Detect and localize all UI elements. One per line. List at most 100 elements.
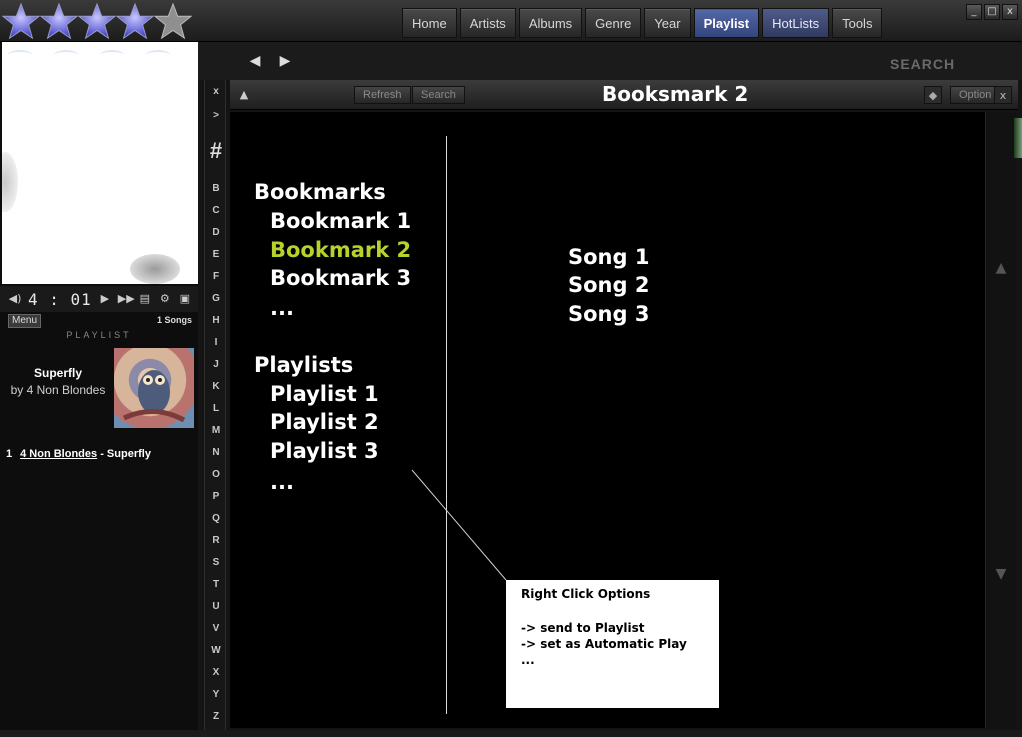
alphabet-letter[interactable]: Z xyxy=(205,711,227,722)
bookmark-item[interactable]: Bookmark 1 xyxy=(270,209,411,233)
alphabet-letter[interactable]: C xyxy=(205,205,227,216)
resize-grip[interactable] xyxy=(1014,118,1022,158)
alphabet-letter[interactable]: U xyxy=(205,601,227,612)
right-scrollbar[interactable]: ▲ ▼ xyxy=(986,112,1016,728)
track-number: 1 xyxy=(6,448,13,460)
menu-button[interactable]: Menu xyxy=(8,314,42,328)
alphabet-letter[interactable]: B xyxy=(205,183,227,194)
diamond-icon[interactable]: ◆ xyxy=(924,86,942,104)
alphabet-index: x > # B C D E F G H I J K L M N O P Q R S T U V W X Y Z xyxy=(204,80,226,730)
navigation-strip: ◀ ▶ SEARCH xyxy=(198,42,1022,80)
decoration xyxy=(54,50,78,60)
playlist-item[interactable]: Playlist 1 xyxy=(270,382,379,406)
alphabet-letter[interactable]: S xyxy=(205,557,227,568)
tab-hotlists[interactable]: HotLists xyxy=(762,8,830,38)
playlist-row[interactable]: 1 4 Non Blondes - Superfly xyxy=(6,448,151,460)
close-panel-button[interactable]: x xyxy=(994,86,1012,104)
alphabet-letter[interactable]: P xyxy=(205,491,227,502)
content-area: Bookmarks Bookmark 1 Bookmark 2 Bookmark… xyxy=(230,112,986,728)
callout-option: ... xyxy=(521,653,535,667)
tab-artists[interactable]: Artists xyxy=(459,8,516,38)
alphabet-letter[interactable]: H xyxy=(205,315,227,326)
song-item[interactable]: Song 1 xyxy=(568,245,649,269)
right-click-callout: Right Click Options -> send to Playlist … xyxy=(506,580,719,708)
star-icon[interactable] xyxy=(78,2,116,40)
alphabet-letter[interactable]: W xyxy=(205,645,227,656)
playlists-heading[interactable]: Playlists xyxy=(254,353,353,377)
alphabet-letter[interactable]: > xyxy=(205,110,227,121)
playlist-header: PLAYLIST xyxy=(66,330,132,340)
alphabet-letter[interactable]: G xyxy=(205,293,227,304)
alphabet-letter[interactable]: N xyxy=(205,447,227,458)
alphabet-letter[interactable]: R xyxy=(205,535,227,546)
bookmark-item[interactable]: Bookmark 3 xyxy=(270,266,411,290)
tab-genre[interactable]: Genre xyxy=(585,8,642,38)
playlist-item[interactable]: Playlist 3 xyxy=(270,439,379,463)
rating-stars[interactable] xyxy=(2,2,192,40)
play-icon[interactable]: ▶ xyxy=(98,292,112,306)
album-art-image xyxy=(122,370,186,423)
playlist-item[interactable]: Playlist 2 xyxy=(270,410,379,434)
alphabet-letter[interactable]: # xyxy=(205,138,227,164)
refresh-button[interactable]: Refresh xyxy=(354,86,411,104)
track-title: Superfly xyxy=(106,448,151,460)
bookmarks-heading[interactable]: Bookmarks xyxy=(254,180,386,204)
collapse-arrow-icon[interactable]: ▲ xyxy=(236,88,252,102)
pane-divider[interactable] xyxy=(446,136,447,714)
decoration xyxy=(146,50,170,60)
decoration xyxy=(8,50,32,60)
equalizer-icon[interactable]: ▤ xyxy=(138,292,152,306)
decoration xyxy=(130,254,180,284)
alphabet-letter[interactable]: X xyxy=(205,667,227,678)
option-button[interactable]: Option xyxy=(950,86,1001,104)
search-button[interactable]: SEARCH xyxy=(890,56,955,72)
bookmark-more[interactable]: ... xyxy=(270,296,294,320)
alphabet-letter[interactable]: M xyxy=(205,425,227,436)
tab-albums[interactable]: Albums xyxy=(518,8,583,38)
alphabet-letter[interactable]: J xyxy=(205,359,227,370)
window-controls: _ □ x xyxy=(966,4,1018,20)
alphabet-letter[interactable]: O xyxy=(205,469,227,480)
star-icon[interactable] xyxy=(2,2,40,40)
song-item[interactable]: Song 2 xyxy=(568,273,649,297)
next-icon[interactable]: ▶▶ xyxy=(118,292,135,306)
tab-playlist[interactable]: Playlist xyxy=(693,8,760,38)
search-header-button[interactable]: Search xyxy=(412,86,465,104)
volume-icon[interactable]: ◀) xyxy=(8,292,22,306)
tab-tools[interactable]: Tools xyxy=(832,8,883,38)
alphabet-letter[interactable]: V xyxy=(205,623,227,634)
forward-arrow-icon[interactable]: ▶ xyxy=(276,52,294,70)
alphabet-letter[interactable]: I xyxy=(205,337,227,348)
playlist-more[interactable]: ... xyxy=(270,470,294,494)
alphabet-letter[interactable]: x xyxy=(205,86,227,97)
maximize-button[interactable]: □ xyxy=(984,4,1000,20)
alphabet-letter[interactable]: E xyxy=(205,249,227,260)
minimize-button[interactable]: _ xyxy=(966,4,982,20)
player-panel: ◀) 4 : 01 ▶ ▶▶ ▤ ⚙ ▣ Menu 1 Songs PLAYLI… xyxy=(0,42,198,737)
scroll-up-icon[interactable]: ▲ xyxy=(993,260,1009,276)
star-empty-icon[interactable] xyxy=(154,2,192,40)
tab-home[interactable]: Home xyxy=(402,8,457,38)
alphabet-letter[interactable]: L xyxy=(205,403,227,414)
transport-bar: ◀) 4 : 01 ▶ ▶▶ ▤ ⚙ ▣ xyxy=(0,286,198,312)
song-count: 1 Songs xyxy=(156,315,192,325)
album-cover[interactable] xyxy=(114,348,194,428)
alphabet-letter[interactable]: K xyxy=(205,381,227,392)
callout-title: Right Click Options xyxy=(521,587,651,601)
close-window-button[interactable]: x xyxy=(1002,4,1018,20)
star-icon[interactable] xyxy=(116,2,154,40)
alphabet-letter[interactable]: D xyxy=(205,227,227,238)
window-icon[interactable]: ▣ xyxy=(178,292,192,306)
song-item[interactable]: Song 3 xyxy=(568,302,649,326)
back-arrow-icon[interactable]: ◀ xyxy=(246,52,264,70)
alphabet-letter[interactable]: F xyxy=(205,271,227,282)
bookmark-item-selected[interactable]: Bookmark 2 xyxy=(270,238,411,262)
alphabet-letter[interactable]: Q xyxy=(205,513,227,524)
alphabet-letter[interactable]: Y xyxy=(205,689,227,700)
tab-year[interactable]: Year xyxy=(644,8,691,38)
alphabet-letter[interactable]: T xyxy=(205,579,227,590)
track-artist-link[interactable]: 4 Non Blondes xyxy=(20,448,97,460)
settings-icon[interactable]: ⚙ xyxy=(158,292,172,306)
scroll-down-icon[interactable]: ▼ xyxy=(993,566,1009,582)
star-icon[interactable] xyxy=(40,2,78,40)
